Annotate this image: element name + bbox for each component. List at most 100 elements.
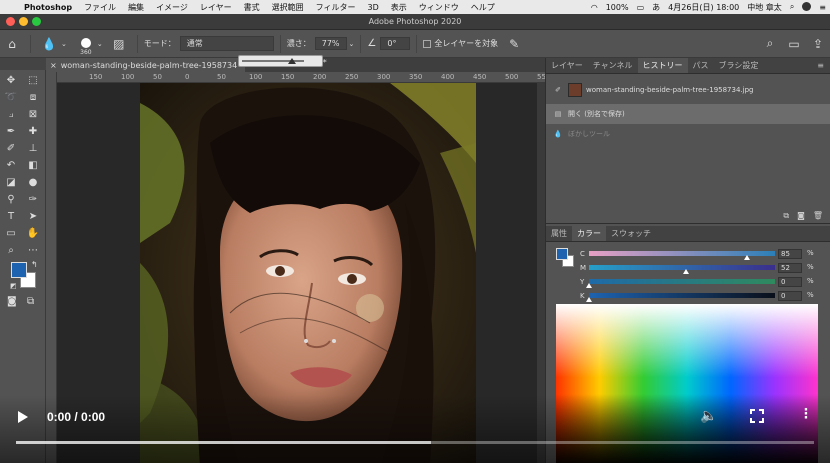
menu-image[interactable]: イメージ — [150, 2, 194, 13]
angle-input[interactable]: 0° — [380, 37, 411, 50]
mode-dropdown[interactable]: 通常 — [179, 36, 274, 51]
default-colors-icon[interactable]: ◩ — [10, 282, 17, 290]
rectangle-tool-icon[interactable]: ▭ — [0, 225, 22, 242]
home-icon[interactable]: ⌂ — [0, 37, 24, 51]
tab-swatches[interactable]: スウォッチ — [606, 226, 656, 241]
battery-icon[interactable]: ▭ — [633, 3, 649, 12]
tab-properties[interactable]: 属性 — [546, 226, 572, 241]
search-icon[interactable]: ⌕ — [786, 2, 798, 12]
magenta-slider[interactable]: M 52 % — [546, 262, 830, 275]
pen-tool-icon[interactable]: ✑ — [22, 191, 44, 208]
menu-type[interactable]: 書式 — [238, 2, 266, 13]
blur-tool-icon[interactable]: ● — [22, 174, 44, 191]
frame-tool-icon[interactable]: ⊠ — [22, 106, 44, 123]
screen-mode-icon[interactable]: ⧉ — [27, 296, 34, 307]
pressure-icon[interactable]: ✎ — [502, 37, 526, 51]
menu-help[interactable]: ヘルプ — [465, 2, 501, 13]
input-source-icon[interactable]: あ — [648, 2, 664, 13]
tab-color[interactable]: カラー — [572, 226, 606, 241]
yellow-slider-knob[interactable] — [586, 283, 592, 288]
history-brush-tool-icon[interactable]: ↶ — [0, 157, 22, 174]
marquee-tool-icon[interactable]: ⬚ — [22, 72, 44, 89]
new-document-from-state-icon[interactable]: ⧉ — [783, 211, 789, 221]
brush-settings-icon[interactable]: ▨ — [107, 37, 131, 51]
healing-brush-tool-icon[interactable]: ✚ — [22, 123, 44, 140]
cyan-slider-knob[interactable] — [744, 255, 751, 260]
foreground-color-swatch[interactable] — [11, 262, 27, 278]
eraser-tool-icon[interactable]: ◧ — [22, 157, 44, 174]
move-tool-icon[interactable]: ✥ — [0, 72, 22, 89]
play-icon[interactable] — [18, 411, 28, 423]
cyan-value-input[interactable]: 85 — [778, 249, 802, 259]
magenta-slider-knob[interactable] — [682, 269, 689, 274]
quick-mask-icon[interactable]: ◙ — [7, 296, 17, 307]
brush-size-popup[interactable] — [238, 55, 323, 67]
brush-preset-picker[interactable]: 360 — [77, 37, 95, 56]
tab-paths[interactable]: パス — [688, 58, 714, 73]
zoom-tool-icon[interactable]: ⌕ — [0, 242, 22, 259]
hand-tool-icon[interactable]: ✋ — [22, 225, 44, 242]
brush-size-slider-knob[interactable] — [288, 58, 296, 64]
app-menu[interactable]: Photoshop — [18, 3, 78, 12]
yellow-slider-track[interactable] — [589, 279, 775, 284]
notification-center-icon[interactable]: ≡ — [815, 3, 830, 12]
brush-chevron-icon[interactable]: ⌄ — [97, 40, 103, 48]
yellow-slider[interactable]: Y 0 % — [546, 276, 830, 289]
video-progress-bar[interactable] — [16, 441, 814, 444]
eyedropper-tool-icon[interactable]: ✒ — [0, 123, 22, 140]
history-snapshot[interactable]: ✐ woman-standing-beside-palm-tree-195873… — [546, 80, 830, 100]
workspace-icon[interactable]: ▭ — [782, 37, 806, 51]
volume-icon[interactable]: 🔈 — [700, 408, 717, 424]
blur-tool-icon[interactable]: 💧 — [37, 37, 61, 51]
black-value-input[interactable]: 0 — [778, 291, 802, 301]
stamp-tool-icon[interactable]: ⊥ — [22, 140, 44, 157]
history-state[interactable]: 💧 ぼかしツール — [546, 124, 830, 144]
zoom-window-icon[interactable] — [32, 17, 41, 26]
yellow-value-input[interactable]: 0 — [778, 277, 802, 287]
tab-channels[interactable]: チャンネル — [588, 58, 638, 73]
opacity-chevron-icon[interactable]: ⌄ — [349, 40, 355, 48]
paint-bucket-tool-icon[interactable]: ◪ — [0, 174, 22, 191]
menu-view[interactable]: 表示 — [385, 2, 413, 13]
magenta-value-input[interactable]: 52 — [778, 263, 802, 273]
history-brush-source-icon[interactable]: ✐ — [552, 86, 564, 94]
user-name[interactable]: 中地 章太 — [743, 2, 786, 13]
document-tab[interactable]: × woman-standing-beside-palm-tree-195873… — [46, 58, 246, 72]
more-options-icon[interactable]: · · · — [802, 404, 810, 425]
opacity-input[interactable]: 77% — [314, 37, 347, 50]
crop-tool-icon[interactable]: ⟓ — [0, 106, 22, 123]
siri-icon[interactable] — [798, 1, 815, 13]
history-state[interactable]: ▤ 開く (別名で保存) — [546, 104, 830, 124]
menu-select[interactable]: 選択範囲 — [266, 2, 310, 13]
menu-3d[interactable]: 3D — [362, 3, 385, 12]
share-icon[interactable]: ⇪ — [806, 37, 830, 51]
camera-snapshot-icon[interactable]: ◙ — [797, 211, 805, 220]
close-window-icon[interactable] — [6, 17, 15, 26]
minimize-window-icon[interactable] — [19, 17, 28, 26]
clock[interactable]: 4月26日(日) 18:00 — [664, 2, 743, 13]
path-select-tool-icon[interactable]: ➤ — [22, 208, 44, 225]
menu-layer[interactable]: レイヤー — [194, 2, 238, 13]
sample-all-layers-checkbox[interactable] — [423, 39, 434, 48]
tab-layers[interactable]: レイヤー — [546, 58, 588, 73]
lasso-tool-icon[interactable]: ➰ — [0, 89, 22, 106]
cyan-slider[interactable]: C 85 % — [546, 248, 830, 261]
tab-brush-settings[interactable]: ブラシ設定 — [714, 58, 764, 73]
panel-menu-icon[interactable]: ≡ — [811, 58, 830, 73]
dodge-tool-icon[interactable]: ⚲ — [0, 191, 22, 208]
search-icon[interactable]: ⌕ — [758, 36, 782, 51]
tab-history[interactable]: ヒストリー — [637, 58, 688, 73]
menu-window[interactable]: ウィンドウ — [413, 2, 465, 13]
quick-select-tool-icon[interactable]: ⧈ — [22, 89, 44, 106]
menu-filter[interactable]: フィルター — [310, 2, 362, 13]
more-tools-icon[interactable]: ⋯ — [22, 242, 44, 259]
black-slider-track[interactable] — [589, 293, 775, 298]
black-slider-knob[interactable] — [586, 297, 592, 302]
close-tab-icon[interactable]: × — [50, 61, 57, 70]
swap-colors-icon[interactable]: ↰ — [31, 260, 38, 269]
menu-file[interactable]: ファイル — [78, 2, 122, 13]
fullscreen-icon[interactable] — [750, 409, 764, 423]
wifi-icon[interactable]: ◠ — [587, 3, 602, 12]
tool-preset-chevron-icon[interactable]: ⌄ — [61, 40, 67, 48]
color-panel-foreground-swatch[interactable] — [556, 248, 568, 260]
